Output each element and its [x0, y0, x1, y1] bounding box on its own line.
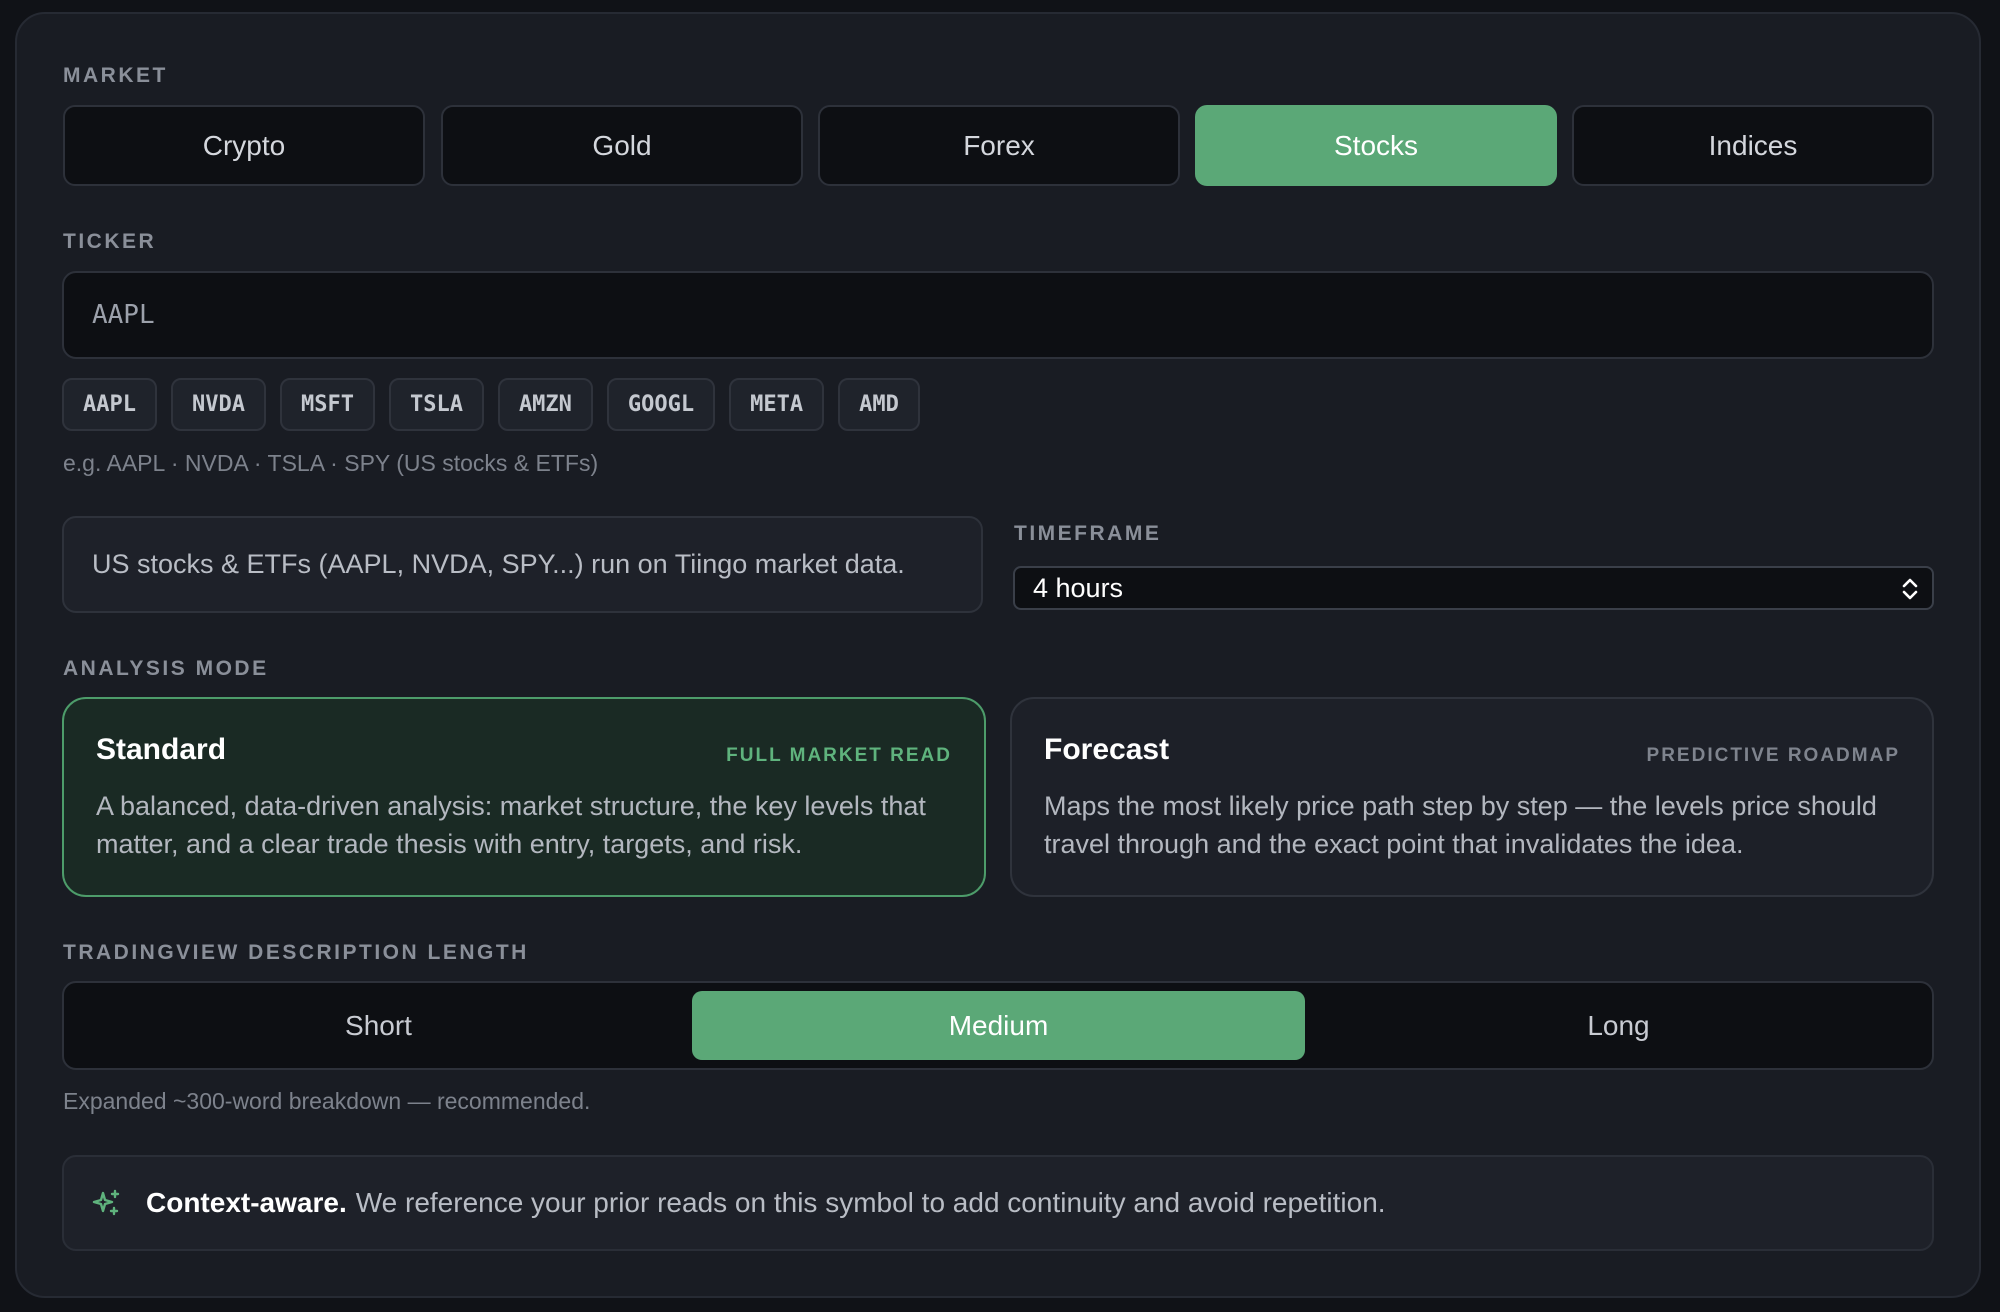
mode-description: Maps the most likely price path step by … — [1044, 791, 1877, 859]
market-option-stocks[interactable]: Stocks — [1195, 105, 1557, 186]
market-option-gold[interactable]: Gold — [441, 105, 803, 186]
context-aware-title: Context-aware. — [146, 1187, 347, 1218]
timeframe-select[interactable]: 4 hours — [1013, 566, 1934, 610]
mode-tag: FULL MARKET READ — [726, 745, 952, 766]
ticker-chip[interactable]: AAPL — [62, 378, 157, 431]
description-length-label: TRADINGVIEW DESCRIPTION LENGTH — [63, 941, 529, 964]
analysis-mode-label: ANALYSIS MODE — [63, 657, 269, 680]
ticker-chips: AAPL NVDA MSFT TSLA AMZN GOOGL META AMD — [62, 378, 920, 431]
chevron-up-down-icon — [1900, 576, 1920, 609]
mode-card-standard[interactable]: Standard FULL MARKET READ A balanced, da… — [62, 697, 986, 897]
ticker-chip[interactable]: GOOGL — [606, 378, 716, 431]
ticker-chip[interactable]: AMZN — [497, 378, 593, 431]
ticker-chip[interactable]: TSLA — [388, 378, 484, 431]
ticker-label: TICKER — [63, 230, 157, 253]
timeframe-value: 4 hours — [1033, 572, 1124, 603]
description-length-hint: Expanded ~300-word breakdown — recommend… — [63, 1088, 591, 1114]
ticker-chip[interactable]: META — [729, 378, 825, 431]
ticker-chip[interactable]: MSFT — [279, 378, 375, 431]
mode-tag: PREDICTIVE ROADMAP — [1646, 745, 1900, 766]
data-source-text: US stocks & ETFs (AAPL, NVDA, SPY...) ru… — [92, 549, 905, 579]
description-length-selector: Short Medium Long — [62, 981, 1934, 1070]
mode-description: A balanced, data-driven analysis: market… — [96, 791, 926, 859]
timeframe-label: TIMEFRAME — [1014, 522, 1162, 545]
length-option-medium[interactable]: Medium — [692, 991, 1305, 1060]
context-aware-note: Context-aware. We reference your prior r… — [62, 1155, 1934, 1251]
ticker-input[interactable] — [62, 271, 1934, 359]
market-option-forex[interactable]: Forex — [818, 105, 1180, 186]
market-option-crypto[interactable]: Crypto — [63, 105, 425, 186]
length-option-short[interactable]: Short — [72, 991, 685, 1060]
ticker-chip[interactable]: AMD — [838, 378, 920, 431]
mode-card-forecast[interactable]: Forecast PREDICTIVE ROADMAP Maps the mos… — [1010, 697, 1934, 897]
data-source-note: US stocks & ETFs (AAPL, NVDA, SPY...) ru… — [62, 516, 983, 613]
ticker-hint: e.g. AAPL · NVDA · TSLA · SPY (US stocks… — [63, 450, 599, 476]
ticker-chip[interactable]: NVDA — [170, 378, 266, 431]
market-option-indices[interactable]: Indices — [1572, 105, 1934, 186]
market-label: MARKET — [63, 64, 168, 87]
context-aware-text: We reference your prior reads on this sy… — [355, 1187, 1386, 1218]
length-option-long[interactable]: Long — [1312, 991, 1925, 1060]
sparkles-icon — [92, 1188, 122, 1218]
